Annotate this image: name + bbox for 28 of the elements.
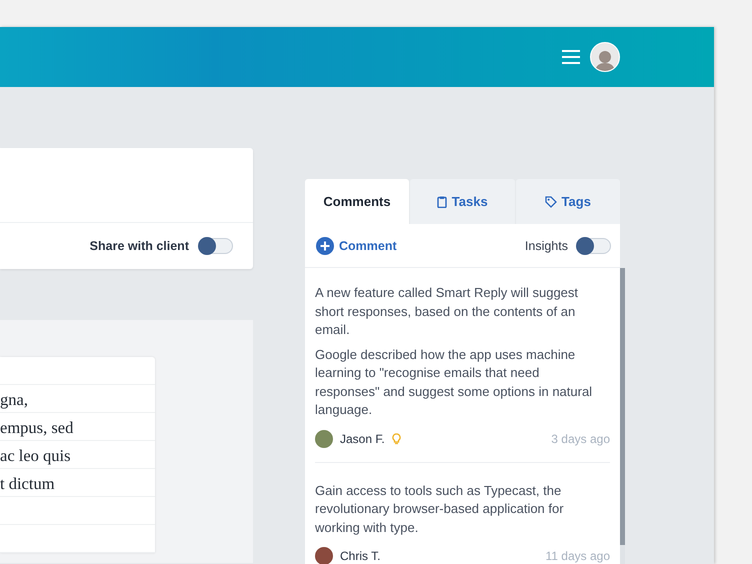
document-text: ac leo quis [0, 445, 71, 467]
author-avatar [315, 547, 333, 564]
comment-text: Gain access to tools such as Typecast, the revolutionary browser-based application for working with type. [315, 482, 565, 537]
add-comment-button[interactable]: Comment [316, 236, 397, 254]
insights-label: Insights [524, 238, 568, 252]
clipboard-icon [436, 196, 447, 208]
user-avatar[interactable] [590, 42, 620, 72]
panel-tab[interactable]: Comments [305, 179, 409, 224]
comment-time: 11 days ago [546, 549, 610, 563]
plus-icon [316, 236, 334, 254]
author-name: Jason F. [340, 432, 385, 446]
share-label: Share with client [90, 239, 189, 253]
comment-time: 3 days ago [551, 432, 610, 446]
menu-icon[interactable] [562, 50, 580, 64]
panel-tab[interactable]: Tasks [410, 179, 514, 224]
panel-tab[interactable]: Tags [516, 179, 620, 224]
toggle-switch[interactable] [577, 238, 611, 254]
author-avatar [315, 430, 333, 448]
document-text: empus, sed [0, 417, 74, 439]
comment-text: A new feature called Smart Reply will suggest short responses, based on the contents of an email. [315, 284, 580, 339]
toggle-switch[interactable] [199, 238, 233, 254]
author-name: Chris T. [340, 549, 380, 563]
scrollbar[interactable] [620, 268, 625, 564]
comment-text: Google described how the app uses machine learning to "recognise emails that need responses" and suggest some options in natural language. [315, 346, 594, 419]
document-text: t dictum [0, 473, 55, 495]
lightbulb-icon [392, 432, 401, 444]
tag-icon [544, 196, 557, 208]
document-text: gna, [0, 389, 28, 411]
